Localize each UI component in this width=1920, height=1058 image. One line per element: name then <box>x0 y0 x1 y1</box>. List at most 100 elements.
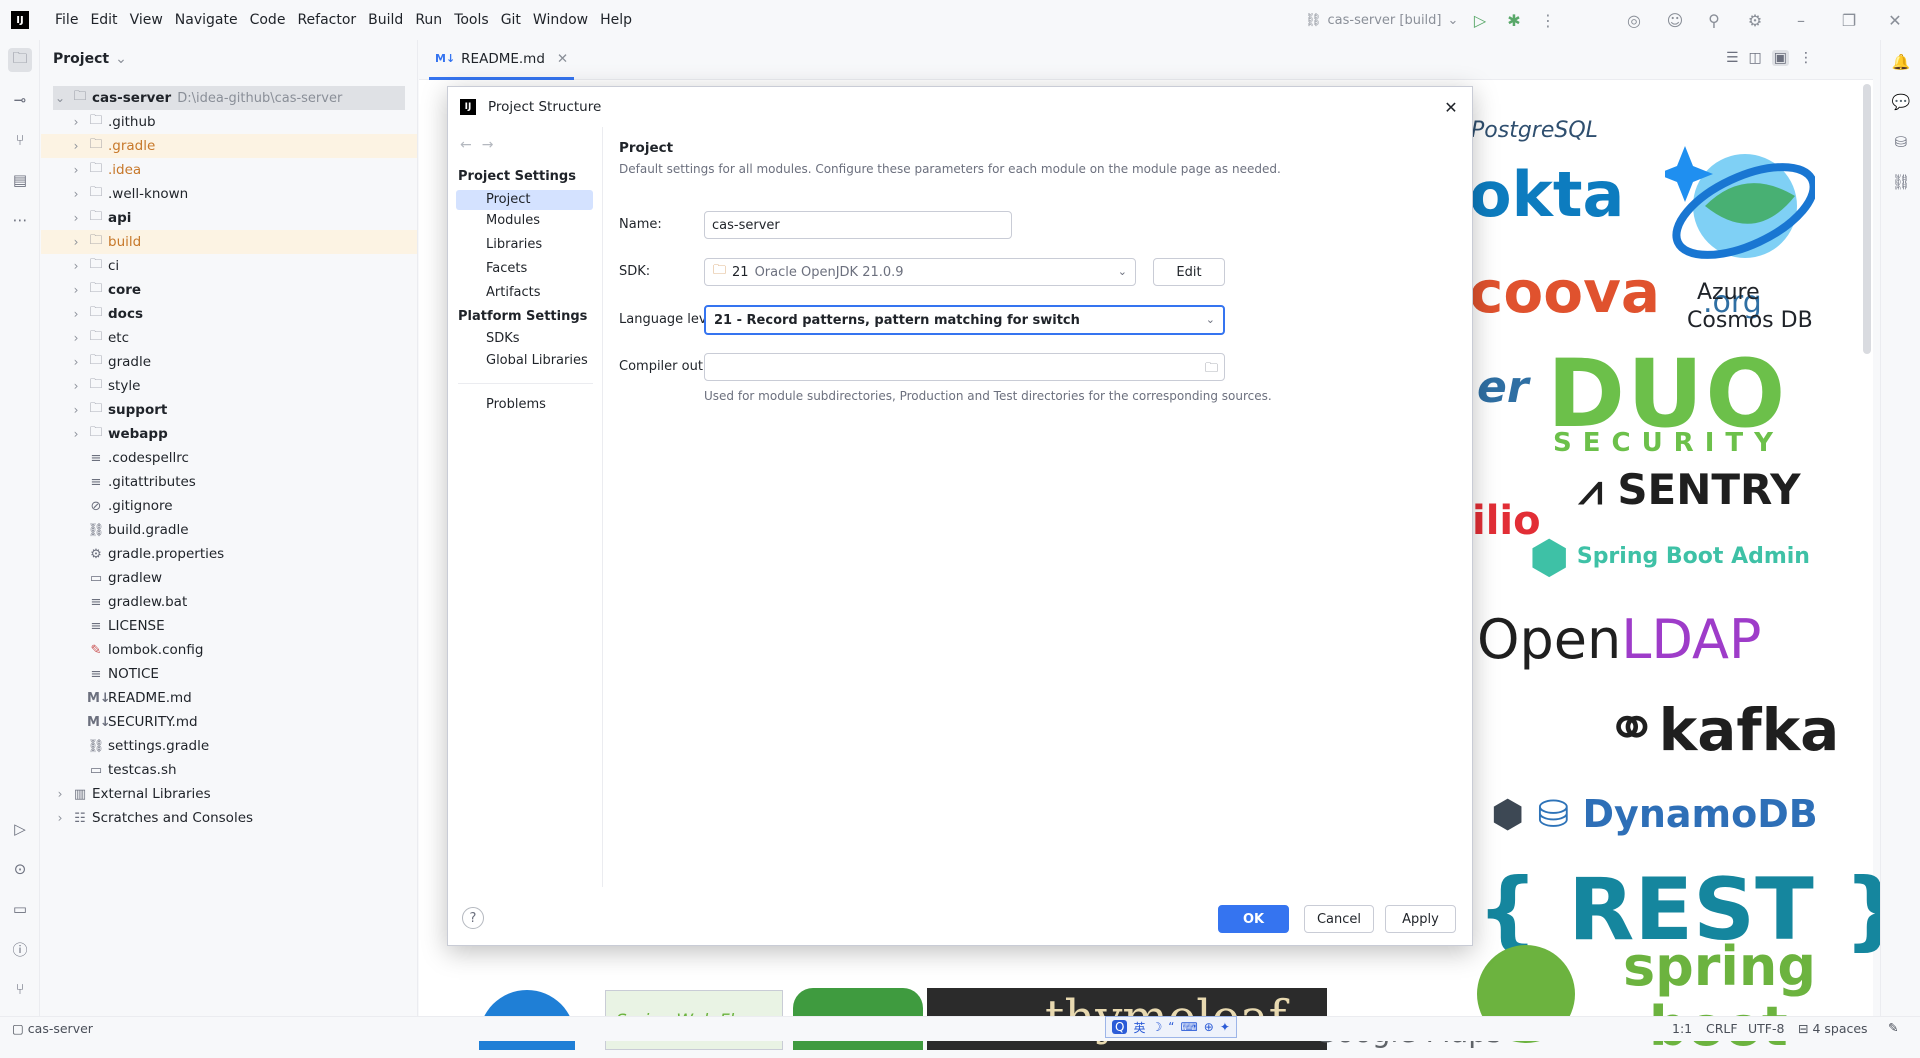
forward-arrow-icon[interactable]: → <box>482 137 504 153</box>
tree-item-lombok-config[interactable]: ✎ lombok.config <box>83 638 453 662</box>
ime-settings-icon[interactable]: ✦ <box>1220 1020 1230 1034</box>
nav-item-global-libraries[interactable]: Global Libraries <box>456 351 593 371</box>
dialog-title-bar[interactable]: IJ Project Structure ✕ <box>448 87 1472 127</box>
tree-item-scratches[interactable]: › ☷ Scratches and Consoles <box>53 806 423 830</box>
status-line-separator[interactable]: CRLF <box>1706 1021 1738 1036</box>
chevron-right-icon[interactable]: › <box>69 115 83 129</box>
nav-item-libraries[interactable]: Libraries <box>456 235 593 255</box>
back-arrow-icon[interactable]: ← <box>460 137 482 153</box>
language-level-combobox[interactable]: 21 - Record patterns, pattern matching f… <box>704 305 1225 335</box>
dialog-close-icon[interactable]: ✕ <box>1440 96 1462 118</box>
tree-item-build[interactable]: › 🗀 build <box>41 230 417 254</box>
menu-file[interactable]: File <box>49 6 84 34</box>
chevron-right-icon[interactable]: › <box>69 139 83 153</box>
tree-item-readme[interactable]: M↓ README.md <box>83 686 453 710</box>
sdk-edit-button[interactable]: Edit <box>1153 258 1225 286</box>
settings-gear-icon[interactable]: ⚙ <box>1744 9 1766 31</box>
chevron-right-icon[interactable]: › <box>69 403 83 417</box>
chevron-right-icon[interactable]: › <box>69 235 83 249</box>
cancel-button[interactable]: Cancel <box>1304 905 1374 933</box>
close-window-icon[interactable]: ✕ <box>1884 9 1906 31</box>
more-tools-icon[interactable]: ⋯ <box>8 208 32 232</box>
chevron-right-icon[interactable]: › <box>53 811 67 825</box>
tree-item-gitignore[interactable]: ⊘ .gitignore <box>83 494 453 518</box>
split-view-icon[interactable]: ◫ <box>1749 50 1762 66</box>
tree-item-ci[interactable]: › 🗀 ci <box>69 254 439 278</box>
tree-item-notice[interactable]: ≡ NOTICE <box>83 662 453 686</box>
chevron-right-icon[interactable]: › <box>69 187 83 201</box>
tree-item-gradlew[interactable]: ▭ gradlew <box>83 566 453 590</box>
menu-code[interactable]: Code <box>244 6 292 34</box>
tree-item-security-md[interactable]: M↓ SECURITY.md <box>83 710 453 734</box>
ime-language[interactable]: 英 <box>1133 1019 1145 1036</box>
ai-assistant-icon[interactable]: ◎ <box>1623 9 1645 31</box>
tree-item-gradlew-bat[interactable]: ≡ gradlew.bat <box>83 590 453 614</box>
nav-item-sdks[interactable]: SDKs <box>456 329 593 349</box>
tree-item-settings-gradle[interactable]: ⛓ settings.gradle <box>83 734 453 758</box>
name-field[interactable]: cas-server <box>704 211 1012 239</box>
more-actions-icon[interactable]: ⋮ <box>1537 9 1559 31</box>
nav-item-artifacts[interactable]: Artifacts <box>456 283 593 303</box>
tree-item-gradle-cache[interactable]: › 🗀 .gradle <box>41 134 417 158</box>
intellij-logo-icon[interactable]: IJ <box>11 11 29 29</box>
tab-readme[interactable]: M↓ README.md ✕ <box>429 40 575 80</box>
tree-item-api[interactable]: › 🗀 api <box>69 206 439 230</box>
menu-run[interactable]: Run <box>409 6 448 34</box>
status-encoding[interactable]: UTF-8 <box>1748 1021 1784 1036</box>
chevron-right-icon[interactable]: › <box>69 355 83 369</box>
menu-git[interactable]: Git <box>495 6 527 34</box>
menu-view[interactable]: View <box>124 6 169 34</box>
tree-item-external-libraries[interactable]: › ▥ External Libraries <box>53 782 423 806</box>
run-tool-icon[interactable]: ▷ <box>8 817 32 841</box>
nav-item-modules[interactable]: Modules <box>456 211 593 231</box>
chevron-down-icon[interactable]: ⌄ <box>53 91 67 105</box>
apply-button[interactable]: Apply <box>1385 905 1456 933</box>
debug-icon[interactable]: ✱ <box>1503 9 1525 31</box>
tree-item-license[interactable]: ≡ LICENSE <box>83 614 453 638</box>
read-only-toggle-icon[interactable]: ✎ <box>1888 1020 1898 1035</box>
ime-punctuation-icon[interactable]: “ <box>1168 1020 1174 1034</box>
services-icon[interactable]: ⊙ <box>8 857 32 881</box>
chevron-right-icon[interactable]: › <box>69 331 83 345</box>
status-caret-position[interactable]: 1:1 <box>1672 1021 1692 1036</box>
ime-logo-icon[interactable]: Q <box>1112 1020 1128 1034</box>
menu-refactor[interactable]: Refactor <box>291 6 362 34</box>
ai-chat-icon[interactable]: 💬 <box>1889 90 1913 114</box>
browse-folder-icon[interactable]: 🗀 <box>1205 359 1218 381</box>
chevron-right-icon[interactable]: › <box>69 379 83 393</box>
chevron-right-icon[interactable]: › <box>69 259 83 273</box>
database-tool-icon[interactable]: ⛁ <box>1889 130 1913 154</box>
git-icon[interactable]: ⑂ <box>8 977 32 1001</box>
tree-item-gitattributes[interactable]: ≡ .gitattributes <box>83 470 453 494</box>
run-icon[interactable]: ▷ <box>1469 9 1491 31</box>
chevron-right-icon[interactable]: › <box>69 163 83 177</box>
status-indent[interactable]: ⊟ 4 spaces <box>1798 1021 1868 1036</box>
problems-icon[interactable]: ⓘ <box>8 937 32 961</box>
tree-item-core[interactable]: › 🗀 core <box>69 278 439 302</box>
tree-item-support[interactable]: › 🗀 support <box>69 398 439 422</box>
commit-icon[interactable]: ⊸ <box>8 88 32 112</box>
menu-tools[interactable]: Tools <box>448 6 495 34</box>
restore-icon[interactable]: ❐ <box>1838 9 1860 31</box>
chevron-right-icon[interactable]: › <box>69 211 83 225</box>
vertical-scrollbar[interactable] <box>1863 84 1871 354</box>
chevron-right-icon[interactable]: › <box>69 427 83 441</box>
search-icon[interactable]: ⚲ <box>1703 9 1725 31</box>
ime-moon-icon[interactable]: ☽ <box>1151 1020 1162 1034</box>
tree-item-github[interactable]: › 🗀 .github <box>69 110 439 134</box>
tree-root-cas-server[interactable]: ⌄ 🗀 cas-server D:\idea-github\cas-server <box>53 86 405 110</box>
tree-item-etc[interactable]: › 🗀 etc <box>69 326 439 350</box>
project-tool-icon[interactable]: 🗀 <box>8 48 32 72</box>
menu-edit[interactable]: Edit <box>84 6 123 34</box>
tree-item-webapp[interactable]: › 🗀 webapp <box>69 422 439 446</box>
tree-item-gradle-properties[interactable]: ⚙ gradle.properties <box>83 542 453 566</box>
nav-item-facets[interactable]: Facets <box>456 259 593 279</box>
tree-item-well-known[interactable]: › 🗀 .well-known <box>69 182 439 206</box>
project-panel-header[interactable]: Project ⌄ <box>53 51 127 67</box>
menu-navigate[interactable]: Navigate <box>169 6 244 34</box>
terminal-icon[interactable]: ▭ <box>8 897 32 921</box>
nav-item-project[interactable]: Project <box>456 190 593 210</box>
tree-item-testcas-sh[interactable]: ▭ testcas.sh <box>83 758 453 782</box>
help-button[interactable]: ? <box>462 907 484 929</box>
tree-item-docs[interactable]: › 🗀 docs <box>69 302 439 326</box>
